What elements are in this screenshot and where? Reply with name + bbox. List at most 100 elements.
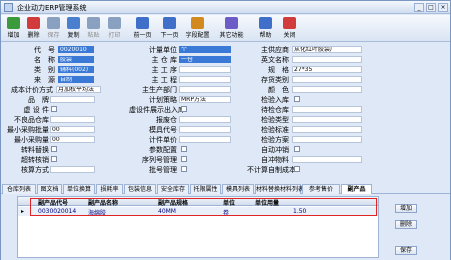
field-input[interactable]: 00 [50,136,95,143]
add-icon [7,17,20,29]
checkbox[interactable] [181,106,187,112]
add-row-button[interactable]: 增加 [395,204,417,213]
field-label: 计量单位 [149,46,177,54]
field-label: 虚 设 件 [23,106,49,114]
field-label: 检验标准 [261,126,289,134]
tab-10[interactable]: 参考售价 [302,184,340,194]
checkbox[interactable] [294,166,300,172]
field-label: 不良品仓库 [14,116,49,124]
toolbar-button-11[interactable]: 帮助 [252,16,279,41]
tab-8[interactable]: 模具列表 [222,184,254,194]
field-input[interactable] [292,76,362,83]
checkbox[interactable] [181,146,187,152]
field-input[interactable]: 0020010 [58,46,94,53]
print-icon [108,17,121,29]
window-close-button[interactable]: × [438,3,448,12]
toolbar-button-5[interactable]: 粘贴 [83,16,104,41]
toolbar-button-2[interactable]: 删除 [23,16,44,41]
minimize-button[interactable]: _ [414,3,424,12]
checkbox[interactable] [181,166,187,172]
toolbar-button-9[interactable]: 字段配置 [184,16,211,41]
field-input[interactable] [292,56,362,63]
field-label: 计划策略 [149,96,177,104]
field-label: 来 源 [34,76,55,84]
field-input[interactable] [292,116,362,123]
toolbar-button-label: 其它功能 [219,32,244,39]
field-input[interactable]: 从化红叶胶袋厂 [292,46,362,53]
tab-3[interactable]: 单位换算 [63,184,95,194]
other-functions-icon [225,17,238,29]
field-label: 名 称 [34,56,55,64]
field-label: 代 号 [34,46,55,54]
toolbar-button-label: 粘贴 [87,32,100,39]
checkbox[interactable] [294,146,300,152]
close-icon [283,17,296,29]
field-label: 报废仓 [156,116,177,124]
field-input[interactable] [179,66,231,73]
toolbar: 增加 删除 保存 复制 粘贴 打印 前一页 下一页 字段配置 其它功能 帮助 关闭 [1,15,450,42]
field-input[interactable]: 一仓 [179,56,231,63]
checkbox[interactable] [294,96,300,102]
paste-icon [87,17,100,29]
checkbox[interactable] [51,156,57,162]
toolbar-button-4[interactable]: 复制 [63,16,84,41]
field-label: 主供应商 [261,46,289,54]
field-label: 主 仓 库 [151,56,177,64]
field-input[interactable] [50,96,95,103]
tab-1[interactable]: 仓库列表 [2,184,36,194]
row-indicator-icon: ▸ [21,208,25,215]
field-input[interactable]: 00 [50,126,95,133]
checkbox[interactable] [181,156,187,162]
tab-5[interactable]: 包装信息 [124,184,156,194]
field-input[interactable]: 27*35 [292,66,362,73]
field-input[interactable] [292,136,362,143]
field-label: 参数配置 [149,146,177,154]
field-input[interactable] [179,116,231,123]
tab-6[interactable]: 安全库存 [157,184,189,194]
field-input[interactable] [50,166,95,173]
field-input[interactable] [292,106,362,113]
toolbar-button-label: 复制 [67,32,80,39]
field-input[interactable] [179,136,231,143]
field-input[interactable]: 辅料(002) [58,66,94,73]
save-icon [47,17,60,29]
toolbar-button-1[interactable]: 增加 [3,16,24,41]
delete-row-button[interactable]: 删除 [395,220,417,229]
field-input[interactable]: 胶袋 [58,56,94,63]
field-input[interactable] [292,156,362,163]
field-input[interactable] [179,76,231,83]
toolbar-button-label: 字段配置 [185,32,210,39]
toolbar-button-10[interactable]: 其它功能 [218,16,245,41]
cost-method-field[interactable]: 月加权平均法 [56,86,101,93]
checkbox[interactable] [51,146,57,152]
field-input[interactable] [292,126,362,133]
toolbar-button-label: 删除 [27,32,40,39]
app-icon [4,3,13,12]
field-input[interactable] [292,86,362,93]
field-label: 待检仓库 [261,106,289,114]
tab-9[interactable]: 材料替换材料列表 [255,184,304,194]
toolbar-button-7[interactable]: 前一页 [129,16,156,41]
tab-7[interactable]: 托限属性 [190,184,221,194]
toolbar-button-8[interactable]: 下一页 [156,16,183,41]
tab-2[interactable]: 图文档 [37,184,62,194]
field-input[interactable]: MRP方法 [179,96,231,103]
toolbar-button-6[interactable]: 打印 [104,16,125,41]
field-input[interactable]: 个 [179,46,231,53]
item-form: 代 号 0020010 名 称胶袋类 别辅料(002) 来 源自制 成本计价方式 月加权平… [1,43,450,183]
tab-4[interactable]: 损耗率 [96,184,123,194]
checkbox[interactable] [51,106,57,112]
field-input[interactable] [50,116,95,123]
field-input[interactable]: 自制 [58,76,94,83]
field-label: 规 格 [268,66,289,74]
field-label: 类 别 [34,66,55,74]
field-input[interactable] [179,86,231,93]
field-label: 序列号管理 [142,156,177,164]
field-input[interactable] [179,126,231,133]
save-row-button[interactable]: 保存 [395,246,417,255]
toolbar-button-3[interactable]: 保存 [43,16,64,41]
detail-tabs: 仓库列表 图文档 单位换算 损耗率 包装信息 安全库存 托限属性 模具列表 材料替换材料列表 参考… [1,183,450,195]
help-icon [259,17,272,29]
maximize-button[interactable]: □ [426,3,436,12]
toolbar-button-12[interactable]: 关闭 [276,16,303,41]
